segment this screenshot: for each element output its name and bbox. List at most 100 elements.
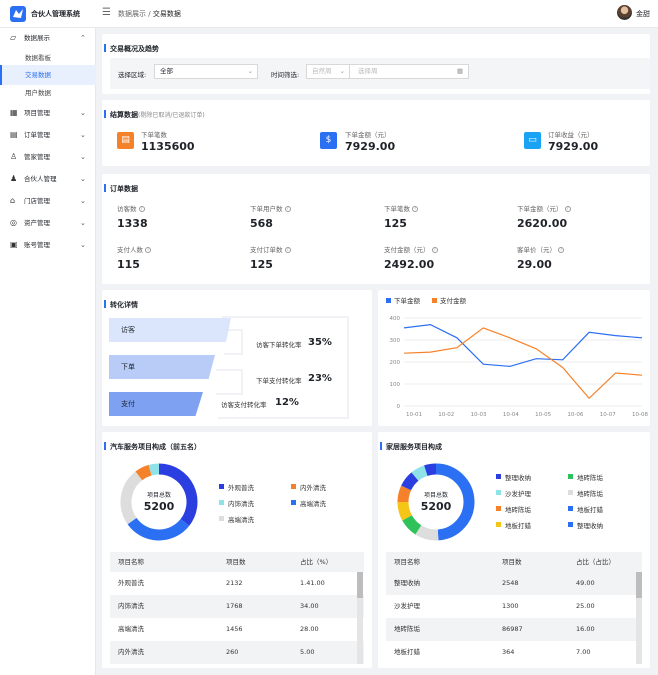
sidebar: ▱ 数据展示 ⌃ 数据看板 交易数据 用户数据 ▦ 项目管理 ⌄ ▤ 订单管理 … <box>0 28 96 675</box>
chevron-down-icon: ⌄ <box>80 175 86 183</box>
region-select[interactable]: 全部 ⌄ <box>154 64 258 79</box>
legend-swatch <box>496 506 501 511</box>
order-stat-label: 客单价（元）? <box>517 244 564 254</box>
sidebar-item-orders[interactable]: ▤ 订单管理 ⌄ <box>0 125 96 145</box>
user-name[interactable]: 金甜 <box>636 9 650 19</box>
table-cell: 内外清洗 <box>118 648 144 656</box>
home-service-card: 家居服务项目构成 项目总数 5200 整理收纳 地砖陈垢 沙发护理 地砖陈垢 地砖陈垢地… <box>378 432 650 668</box>
legend-swatch <box>496 490 501 495</box>
table-cell: 364 <box>502 648 515 656</box>
coin-icon: ◎ <box>10 218 17 227</box>
order-stat-label-text: 访客数 <box>117 205 137 213</box>
help-icon[interactable]: ? <box>564 206 571 212</box>
time-unit-value: 自然周 <box>312 67 332 75</box>
week-picker[interactable]: 选择周 ▦ <box>349 64 469 79</box>
legend-label: 下单金额 <box>394 296 421 305</box>
breadcrumb-parent[interactable]: 数据展示 <box>118 10 146 18</box>
help-icon[interactable]: ? <box>284 247 291 253</box>
menu-toggle-icon[interactable]: ☰ <box>102 7 111 18</box>
table-row: 地板打蜡 364 7.00 <box>386 641 642 664</box>
table-row: 高端清洗 1456 28.00 <box>110 618 364 641</box>
legend-swatch <box>432 298 437 303</box>
table-cell: 28.00 <box>300 625 319 633</box>
donut-slice <box>424 463 437 476</box>
stat-value: 7929.00 <box>345 140 396 153</box>
sidebar-item-assets[interactable]: ◎ 资产管理 ⌄ <box>0 213 96 233</box>
table-row: 内外清洗 260 5.00 <box>110 641 364 664</box>
column-header: 项目名称 <box>118 558 144 566</box>
stat-value: 7929.00 <box>548 140 599 153</box>
table-cell: 25.00 <box>576 602 595 610</box>
table-scrollbar[interactable] <box>636 572 642 664</box>
table-cell: 1300 <box>502 602 519 610</box>
people-icon: ♟ <box>10 174 18 183</box>
help-icon[interactable]: ? <box>558 247 564 253</box>
table-header: 项目名称 项目数 占比（占比） <box>386 552 642 572</box>
time-unit-select[interactable]: 自然周 ⌄ <box>306 64 350 79</box>
conversion-rate-label: 访客下单转化率 <box>256 341 302 349</box>
sidebar-item-label: 数据展示 <box>24 34 50 42</box>
sidebar-item-stewards[interactable]: ♙ 管家管理 ⌄ <box>0 147 96 167</box>
order-stat-label: 支付金额（元）? <box>384 244 438 254</box>
legend-swatch <box>219 516 224 521</box>
sidebar-item-accounts[interactable]: ▣ 账号管理 ⌄ <box>0 235 96 255</box>
help-icon[interactable]: ? <box>284 206 291 212</box>
table-cell: 沙发护理 <box>394 602 420 610</box>
sidebar-item-projects[interactable]: ▦ 项目管理 ⌄ <box>0 103 96 123</box>
column-header: 项目数 <box>226 558 246 566</box>
sidebar-item-label: 资产管理 <box>24 219 50 227</box>
table-cell: 1.41.00 <box>300 579 325 587</box>
table-cell: 外观普洗 <box>118 579 144 587</box>
sidebar-item-stores[interactable]: ⌂ 门店管理 ⌄ <box>0 191 96 211</box>
legend-label: 整理收纳 <box>577 522 603 530</box>
column-header: 占比（占比） <box>576 558 615 566</box>
stat-label: 下单金额（元） <box>345 131 391 139</box>
table-cell: 260 <box>226 648 239 656</box>
week-picker-placeholder: 选择周 <box>358 67 378 75</box>
avatar[interactable] <box>617 5 632 20</box>
order-stat-label-text: 支付人数 <box>117 246 143 254</box>
x-tick-label: 10-03 <box>471 412 487 418</box>
sidebar-item-user-data[interactable]: 用户数据 <box>0 83 96 103</box>
sidebar-item-data-display[interactable]: ▱ 数据展示 ⌃ <box>0 28 96 48</box>
help-icon[interactable]: ? <box>145 247 151 253</box>
scrollbar-thumb[interactable] <box>636 572 642 598</box>
series-line <box>403 323 643 368</box>
order-stat-label-text: 客单价（元） <box>517 246 556 254</box>
table-cell: 2548 <box>502 579 519 587</box>
table-row: 内饰清洗 1768 34.00 <box>110 595 364 618</box>
sidebar-item-partners[interactable]: ♟ 合伙人管理 ⌄ <box>0 169 96 189</box>
help-icon[interactable]: ? <box>138 206 145 212</box>
donut-slice <box>401 472 419 491</box>
sidebar-item-transaction-data[interactable]: 交易数据 <box>0 65 96 85</box>
scrollbar-thumb[interactable] <box>357 572 363 598</box>
chevron-down-icon: ⌄ <box>80 241 86 249</box>
table-cell: 7.00 <box>576 648 591 656</box>
help-icon[interactable]: ? <box>412 206 418 212</box>
region-label: 选择区域: <box>118 71 147 79</box>
order-stat-label: 下单笔数? <box>384 203 418 213</box>
chevron-down-icon: ⌄ <box>80 109 86 117</box>
legend-swatch <box>291 484 296 489</box>
table-cell: 34.00 <box>300 602 319 610</box>
wallet-icon: ▭ <box>524 132 541 149</box>
legend-label: 高端清洗 <box>228 516 254 524</box>
legend-label: 地砖陈垢 <box>505 506 531 514</box>
help-icon[interactable]: ? <box>431 247 438 253</box>
legend-label: 地板打蜡 <box>505 522 531 530</box>
sidebar-item-label: 合伙人管理 <box>24 175 57 183</box>
document-icon: ▤ <box>117 132 134 149</box>
table-cell: 1768 <box>226 602 243 610</box>
car-service-card: 汽车服务项目构成（前五名） 项目总数 5200 外观普洗 内外清洗 内饰清洗 高端清洗… <box>102 432 372 668</box>
funnel-step-visitors: 访客 <box>109 318 231 342</box>
filter-bar: 选择区域: 全部 ⌄ 时间筛选: 自然周 ⌄ 选择周 ▦ <box>110 58 650 89</box>
order-data-card: 订单数据 访客数? 1338 下单用户数? 568 下单笔数? 125 下单金额… <box>102 174 650 284</box>
breadcrumb: 数据展示 / 交易数据 <box>118 9 181 19</box>
table-scrollbar[interactable] <box>357 572 363 664</box>
donut-slice <box>148 463 160 476</box>
donut-slice <box>127 517 190 541</box>
table-cell: 1456 <box>226 625 243 633</box>
donut-slice <box>402 514 422 535</box>
chevron-down-icon: ⌄ <box>339 67 345 75</box>
home-service-title: 家居服务项目构成 <box>380 442 442 451</box>
